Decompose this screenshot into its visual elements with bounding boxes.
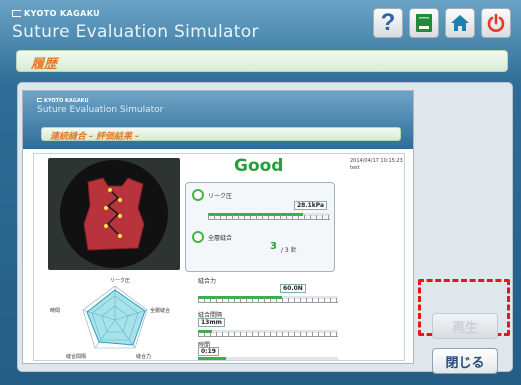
report-book-icon[interactable]	[409, 8, 439, 38]
app-window: KYOTO KAGAKU Suture Evaluation Simulator…	[0, 0, 521, 385]
timestamp: 2014/04/17 10:15:23 test	[350, 158, 403, 172]
report-subtitle: 連続縫合 - 評価結果 -	[50, 132, 139, 142]
play-button[interactable]: 再生	[432, 313, 498, 339]
leak-scale	[208, 215, 330, 220]
full-suture-total: / 3 針	[281, 247, 297, 254]
interval-value: 13mm	[198, 318, 225, 327]
brand-text: KYOTO KAGAKU	[24, 9, 101, 18]
tension-label: 縫合力	[198, 278, 217, 285]
close-button[interactable]: 閉じる	[432, 348, 498, 374]
report-title: Suture Evaluation Simulator	[37, 105, 164, 115]
time-bar	[198, 357, 338, 360]
report-subtitle-bar: 連続縫合 - 評価結果 -	[41, 127, 401, 142]
radar-label-interval: 縫合間隔	[66, 353, 86, 360]
leak-label: リーク圧	[208, 193, 233, 200]
report-brand-text: KYOTO KAGAKU	[44, 98, 89, 104]
app-title: Suture Evaluation Simulator	[12, 22, 259, 42]
radar-label-full-suture: 全層縫合	[150, 307, 170, 314]
section-header: 履歴	[16, 50, 508, 72]
report-header: KYOTO KAGAKU Suture Evaluation Simulator…	[23, 91, 413, 149]
user-name: test	[350, 165, 360, 171]
interval-scale	[198, 332, 338, 337]
key-metrics-box: リーク圧 28.1kPa 全層縫合 3 / 3 針	[185, 182, 335, 272]
radar-label-tension: 縫合力	[136, 353, 151, 360]
report-body: Good 2014/04/17 10:15:23 test リーク圧 28.1k…	[33, 153, 405, 361]
result-label: Good	[234, 156, 284, 176]
time-value: 0:19	[198, 347, 219, 356]
help-glyph: ?	[380, 9, 396, 36]
toolbar: ?	[373, 8, 511, 38]
tension-value: 60.0N	[280, 284, 306, 293]
report-preview: KYOTO KAGAKU Suture Evaluation Simulator…	[22, 90, 414, 364]
timestamp-text: 2014/04/17 10:15:23	[350, 158, 403, 164]
home-icon[interactable]	[445, 8, 475, 38]
full-suture-count: 3	[270, 241, 277, 252]
radar-label-leak: リーク圧	[110, 278, 130, 284]
section-title: 履歴	[31, 57, 58, 72]
help-icon[interactable]: ?	[373, 8, 403, 38]
radar-label-time: 時間	[50, 308, 60, 314]
power-icon[interactable]	[481, 8, 511, 38]
report-brand: KYOTO KAGAKU	[37, 98, 89, 104]
leak-status-icon	[192, 189, 204, 201]
suture-photo	[48, 158, 180, 270]
full-suture-status-icon	[192, 231, 204, 243]
radar-chart: リーク圧 全層縫合 縫合力 縫合間隔 時間	[50, 278, 170, 360]
full-suture-label: 全層縫合	[208, 235, 233, 242]
brand-logo: KYOTO KAGAKU	[12, 9, 100, 18]
tension-scale	[198, 298, 338, 303]
leak-value: 28.1kPa	[294, 201, 328, 210]
